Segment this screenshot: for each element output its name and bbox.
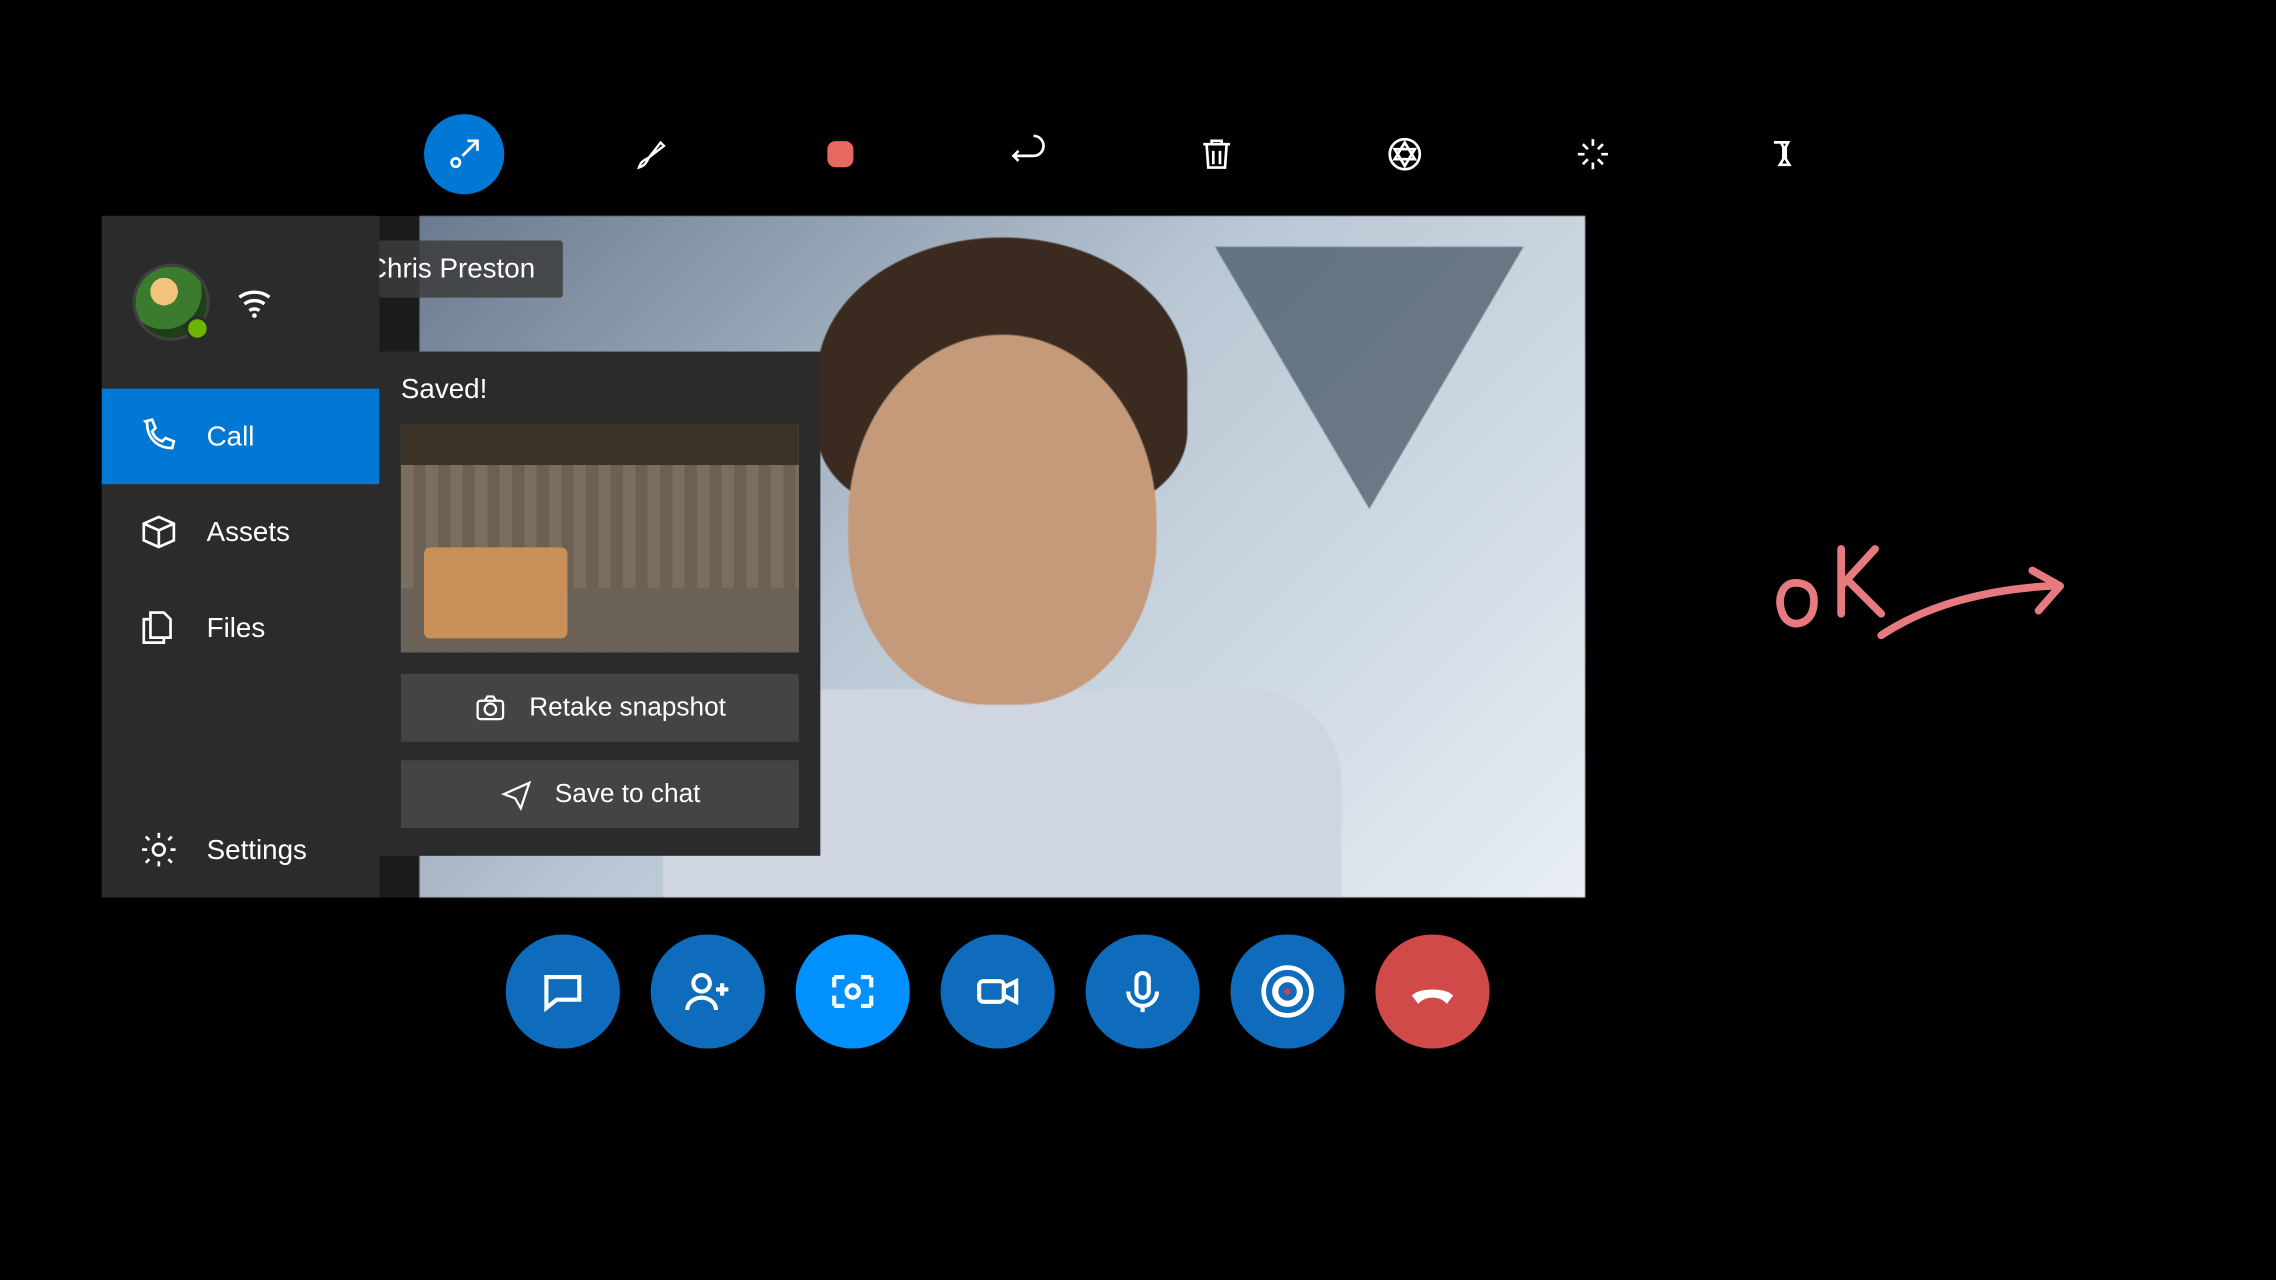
record-button[interactable] — [1231, 934, 1345, 1048]
stop-button[interactable] — [800, 114, 880, 194]
retake-snapshot-button[interactable]: Retake snapshot — [401, 674, 799, 742]
save-label: Save to chat — [555, 779, 701, 810]
hangup-icon — [1408, 967, 1457, 1016]
snapshot-button[interactable] — [796, 934, 910, 1048]
avatar[interactable] — [133, 264, 210, 341]
camera-icon — [828, 967, 877, 1016]
hangup-button[interactable] — [1375, 934, 1489, 1048]
snapshot-panel: Saved! Retake snapshot Save to chat — [379, 352, 820, 856]
undo-icon — [1008, 134, 1048, 174]
chat-button[interactable] — [506, 934, 620, 1048]
mic-icon — [1118, 967, 1167, 1016]
sidebar-header — [102, 216, 380, 389]
save-to-chat-button[interactable]: Save to chat — [401, 760, 799, 828]
sidebar-item-label: Assets — [207, 516, 290, 548]
ink-annotation — [1773, 524, 2081, 678]
aperture-icon — [1385, 134, 1425, 174]
presence-indicator — [185, 316, 210, 341]
phone-icon — [139, 416, 179, 456]
expand-button[interactable] — [1553, 114, 1633, 194]
collapse-button[interactable] — [424, 114, 504, 194]
pin-icon — [1761, 134, 1801, 174]
sidebar-item-label: Settings — [207, 833, 307, 865]
delete-button[interactable] — [1177, 114, 1257, 194]
record-ring — [1261, 965, 1313, 1017]
aperture-button[interactable] — [1365, 114, 1445, 194]
sidebar-item-files[interactable]: Files — [102, 580, 380, 676]
send-icon — [499, 777, 533, 811]
files-icon — [139, 608, 179, 648]
snapshot-status: Saved! — [401, 373, 799, 405]
undo-button[interactable] — [988, 114, 1068, 194]
call-controls — [506, 934, 1490, 1048]
video-button[interactable] — [941, 934, 1055, 1048]
stop-icon — [820, 134, 860, 174]
mic-button[interactable] — [1086, 934, 1200, 1048]
trash-icon — [1197, 134, 1237, 174]
camera-retake-icon — [474, 691, 508, 725]
sidebar-item-settings[interactable]: Settings — [102, 802, 380, 898]
chat-icon — [538, 967, 587, 1016]
pen-icon — [632, 134, 672, 174]
collapse-icon — [444, 134, 484, 174]
pin-button[interactable] — [1741, 114, 1821, 194]
video-icon — [973, 967, 1022, 1016]
ink-ok-arrow — [1773, 524, 2081, 678]
retake-label: Retake snapshot — [529, 692, 726, 723]
remote-name-label: Chris Preston — [367, 253, 535, 284]
add-person-icon — [683, 967, 732, 1016]
pen-button[interactable] — [612, 114, 692, 194]
gear-icon — [139, 830, 179, 870]
sidebar-item-label: Call — [207, 420, 255, 452]
sidebar-item-call[interactable]: Call — [102, 389, 380, 485]
top-toolbar — [424, 114, 1821, 194]
sidebar-item-label: Files — [207, 611, 266, 643]
add-person-button[interactable] — [651, 934, 765, 1048]
expand-icon — [1573, 134, 1613, 174]
sidebar: Call Assets Files Settings — [102, 216, 380, 898]
sidebar-item-assets[interactable]: Assets — [102, 484, 380, 580]
wifi-icon — [234, 282, 274, 322]
snapshot-thumbnail — [401, 424, 799, 652]
box-icon — [139, 512, 179, 552]
